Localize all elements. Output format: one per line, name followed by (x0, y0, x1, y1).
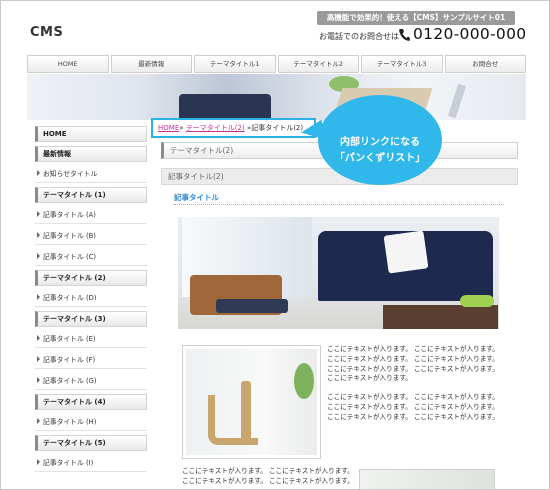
article-title: 記事タイトル (174, 193, 219, 202)
arrow-icon (37, 211, 40, 217)
sidebar-item-label: 記事タイトル (D) (43, 294, 97, 302)
photo-pillow (383, 230, 429, 274)
arrow-icon (37, 294, 40, 300)
sidebar-item-g[interactable]: 記事タイトル (G) (35, 373, 147, 390)
sidebar-item-a[interactable]: 記事タイトル (A) (35, 207, 147, 224)
sidebar-theme-5[interactable]: テーマタイトル (5) (35, 435, 147, 451)
sidebar: HOME 最新情報 お知らせタイトル テーマタイトル (1) 記事タイトル (A… (35, 126, 147, 476)
arrow-icon (37, 356, 40, 362)
article-paragraph: ここにテキストが入ります。 ここにテキストが入ります。 ここにテキストが入ります… (327, 393, 499, 421)
arrow-icon (37, 377, 40, 383)
sidebar-item-label: 記事タイトル (I) (43, 459, 94, 467)
title-divider (174, 204, 504, 205)
callout-line-1: 内部リンクになる (340, 137, 420, 148)
sidebar-home[interactable]: HOME (35, 126, 147, 142)
arrow-icon (37, 418, 40, 424)
article-thumbnail (182, 345, 321, 459)
sidebar-item-label: お知らせタイトル (43, 170, 98, 178)
sidebar-item-label: 記事タイトル (E) (43, 335, 96, 343)
arrow-icon (37, 335, 40, 341)
sidebar-theme-3[interactable]: テーマタイトル (3) (35, 311, 147, 327)
callout-bubble: 内部リンクになる 「パンくずリスト」 (318, 95, 442, 185)
breadcrumb-theme-link[interactable]: テーマタイトル(2) (186, 124, 245, 132)
sidebar-theme-1[interactable]: テーマタイトル (1) (35, 187, 147, 203)
site-logo[interactable]: CMS (30, 25, 63, 40)
sidebar-item-news[interactable]: お知らせタイトル (35, 166, 147, 183)
sidebar-item-d[interactable]: 記事タイトル (D) (35, 290, 147, 307)
photo-apples (460, 295, 494, 307)
thumbnail-chair-back (241, 381, 251, 441)
breadcrumb-home-link[interactable]: HOME (158, 124, 179, 132)
contact-phone: お電話でのお問合せは 0120-000-000 (319, 25, 526, 45)
arrow-icon (37, 253, 40, 259)
nav-home[interactable]: HOME (27, 55, 109, 73)
sidebar-item-label: 記事タイトル (A) (43, 211, 96, 219)
sidebar-item-i[interactable]: 記事タイトル (I) (35, 455, 147, 472)
sidebar-item-label: 記事タイトル (C) (43, 253, 96, 261)
callout-line-2: 「パンくずリスト」 (334, 153, 426, 164)
sidebar-item-f[interactable]: 記事タイトル (F) (35, 352, 147, 369)
nav-theme2[interactable]: テーマタイトル2 (277, 55, 359, 73)
hero-lamp (447, 83, 467, 119)
arrow-icon (37, 459, 40, 465)
thumbnail-image (186, 349, 317, 455)
photo-table (383, 305, 498, 329)
sidebar-item-label: 記事タイトル (H) (43, 418, 97, 426)
arrow-icon (37, 170, 40, 176)
sidebar-item-label: 記事タイトル (F) (43, 356, 96, 364)
sidebar-news[interactable]: 最新情報 (35, 146, 147, 162)
nav-contact[interactable]: お問合せ (444, 55, 526, 73)
article-main-photo (178, 217, 499, 329)
nav-news[interactable]: 最新情報 (110, 55, 192, 73)
article-text: ここにテキストが入ります。 ここにテキストが入ります。 ここにテキストが入ります… (327, 345, 502, 432)
sidebar-item-label: 記事タイトル (B) (43, 232, 96, 240)
phone-number: 0120-000-000 (413, 25, 527, 43)
sidebar-item-e[interactable]: 記事タイトル (E) (35, 331, 147, 348)
sidebar-item-label: 記事タイトル (G) (43, 377, 97, 385)
sidebar-theme-4[interactable]: テーマタイトル (4) (35, 394, 147, 410)
global-nav: HOME 最新情報 テーマタイトル1 テーマタイトル2 テーマタイトル3 お問合… (27, 55, 526, 73)
photo-chair-seat (216, 299, 288, 313)
article-paragraph: ここにテキストが入ります。 ここにテキストが入ります。 ここにテキストが入ります… (327, 345, 499, 383)
hero-sofa (179, 94, 271, 120)
sidebar-theme-2[interactable]: テーマタイトル (2) (35, 270, 147, 286)
sidebar-item-c[interactable]: 記事タイトル (C) (35, 249, 147, 266)
nav-theme3[interactable]: テーマタイトル3 (361, 55, 443, 73)
contact-label: お電話でのお問合せは (319, 32, 399, 41)
thumbnail-plant (294, 363, 314, 399)
sidebar-item-h[interactable]: 記事タイトル (H) (35, 414, 147, 431)
phone-icon (399, 29, 410, 41)
nav-theme1[interactable]: テーマタイトル1 (194, 55, 276, 73)
page-frame: 高機能で効果的！使える【CMS】サンプルサイト01 CMS お電話でのお問合せは… (0, 0, 550, 490)
article-small-image (359, 469, 495, 489)
header-banner: 高機能で効果的！使える【CMS】サンプルサイト01 (317, 11, 515, 25)
arrow-icon (37, 232, 40, 238)
hero-image (27, 74, 526, 120)
sidebar-item-b[interactable]: 記事タイトル (B) (35, 228, 147, 245)
breadcrumb: HOME» テーマタイトル(2) »記事タイトル(2) (158, 123, 303, 133)
article-bottom-text: ここにテキストが入ります。 ここにテキストが入ります。 ここにテキストが入ります… (182, 467, 354, 485)
breadcrumb-current: 記事タイトル(2) (251, 124, 304, 132)
